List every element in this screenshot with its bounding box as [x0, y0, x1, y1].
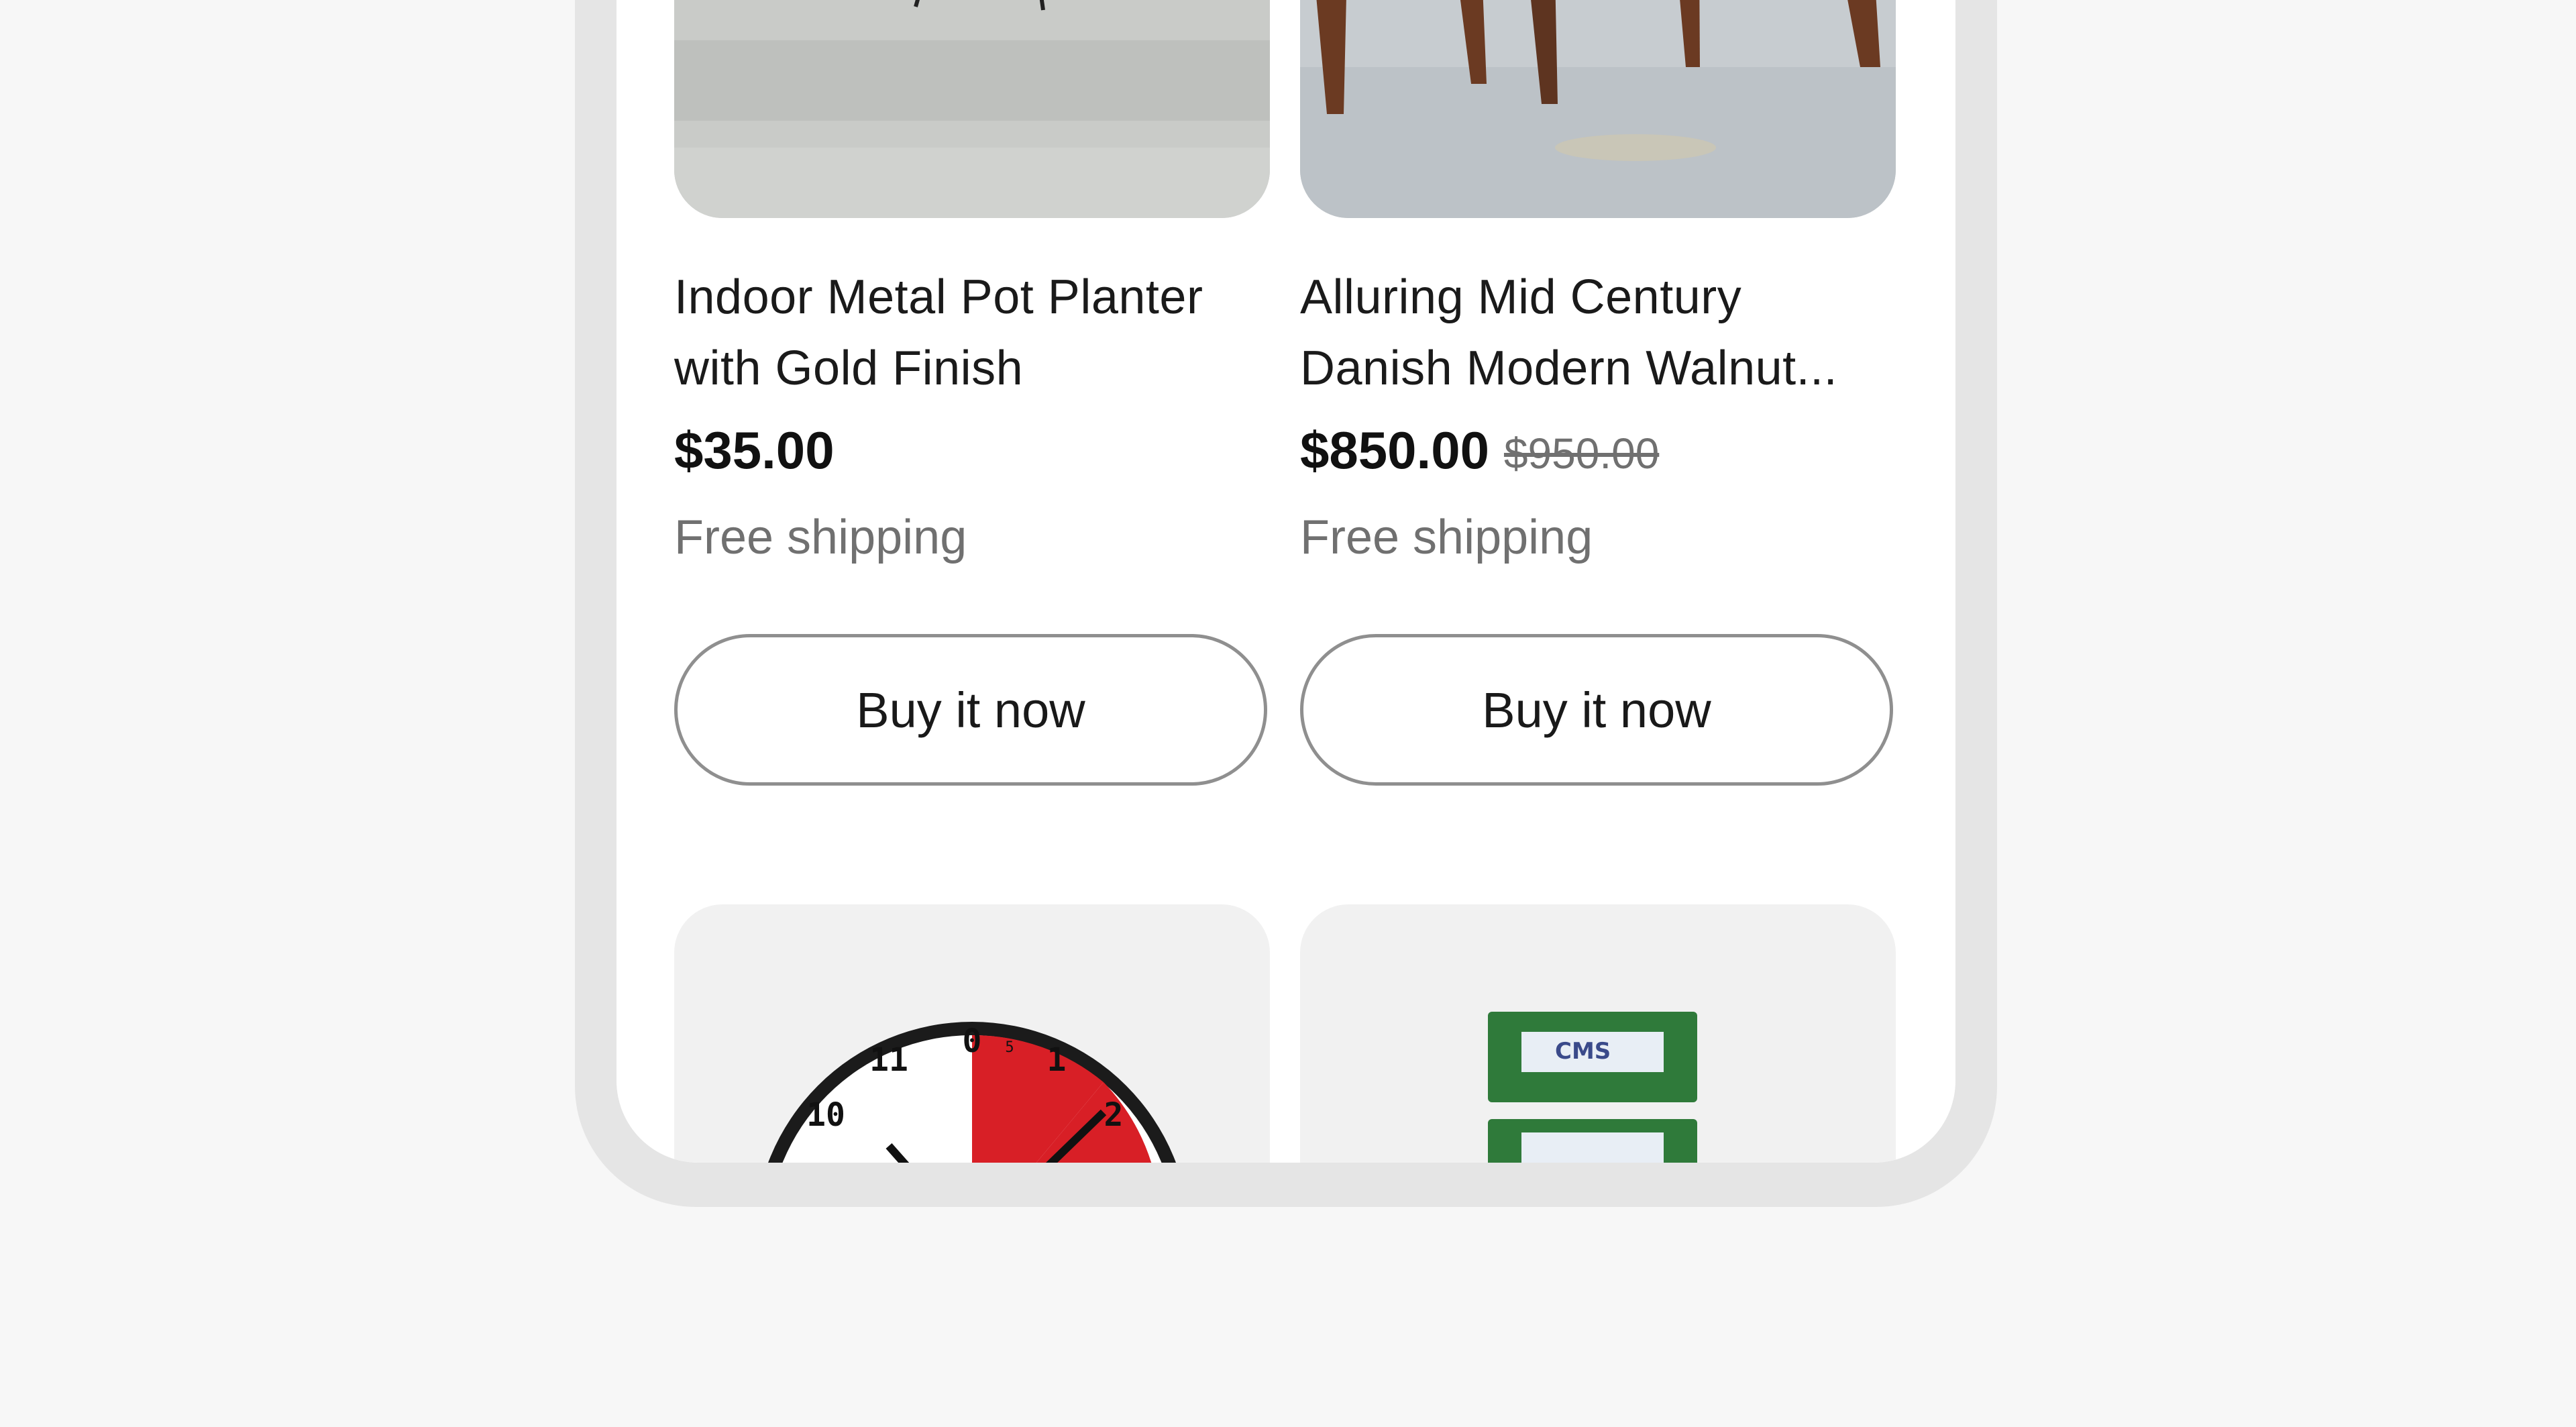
- product-image-walnut[interactable]: [1300, 0, 1896, 218]
- product-price: $35.00: [674, 421, 835, 480]
- product-price: $850.00: [1300, 421, 1489, 480]
- clock-number-1: 1: [1047, 1041, 1067, 1079]
- ram-label: CMS: [1555, 1038, 1611, 1065]
- phone-screen: Indoor Metal Pot Planter with Gold Finis…: [616, 0, 1955, 1163]
- price-row: $35.00: [674, 420, 835, 481]
- shipping-info: Free shipping: [674, 511, 967, 564]
- ram-module-photo: CMS: [1488, 1012, 1697, 1163]
- page: Indoor Metal Pot Planter with Gold Finis…: [0, 0, 2576, 1427]
- clock-number-2: 2: [1104, 1096, 1124, 1134]
- product-image-clock[interactable]: 0 11 10 1 2 5: [674, 904, 1270, 1163]
- product-image-ram[interactable]: CMS: [1300, 904, 1896, 1163]
- clock-number-10: 10: [806, 1096, 845, 1134]
- original-price: $950.00: [1503, 429, 1660, 478]
- clock-number-0: 0: [963, 1022, 982, 1060]
- clock-number-5: 5: [1005, 1039, 1014, 1056]
- clock-number-11: 11: [869, 1041, 908, 1079]
- product-title[interactable]: Indoor Metal Pot Planter with Gold Finis…: [674, 262, 1270, 404]
- buy-it-now-button[interactable]: Buy it now: [1300, 634, 1893, 786]
- product-image-planter[interactable]: [674, 0, 1270, 218]
- shipping-info: Free shipping: [1300, 511, 1593, 564]
- walnut-furniture-photo: [1300, 0, 1896, 218]
- product-title[interactable]: Alluring Mid Century Danish Modern Walnu…: [1300, 262, 1896, 404]
- price-row: $850.00 $950.00: [1300, 420, 1659, 481]
- buy-it-now-button[interactable]: Buy it now: [674, 634, 1267, 786]
- planter-photo: [674, 0, 1270, 218]
- clock-photo: 0 11 10 1 2 5: [768, 1022, 1176, 1163]
